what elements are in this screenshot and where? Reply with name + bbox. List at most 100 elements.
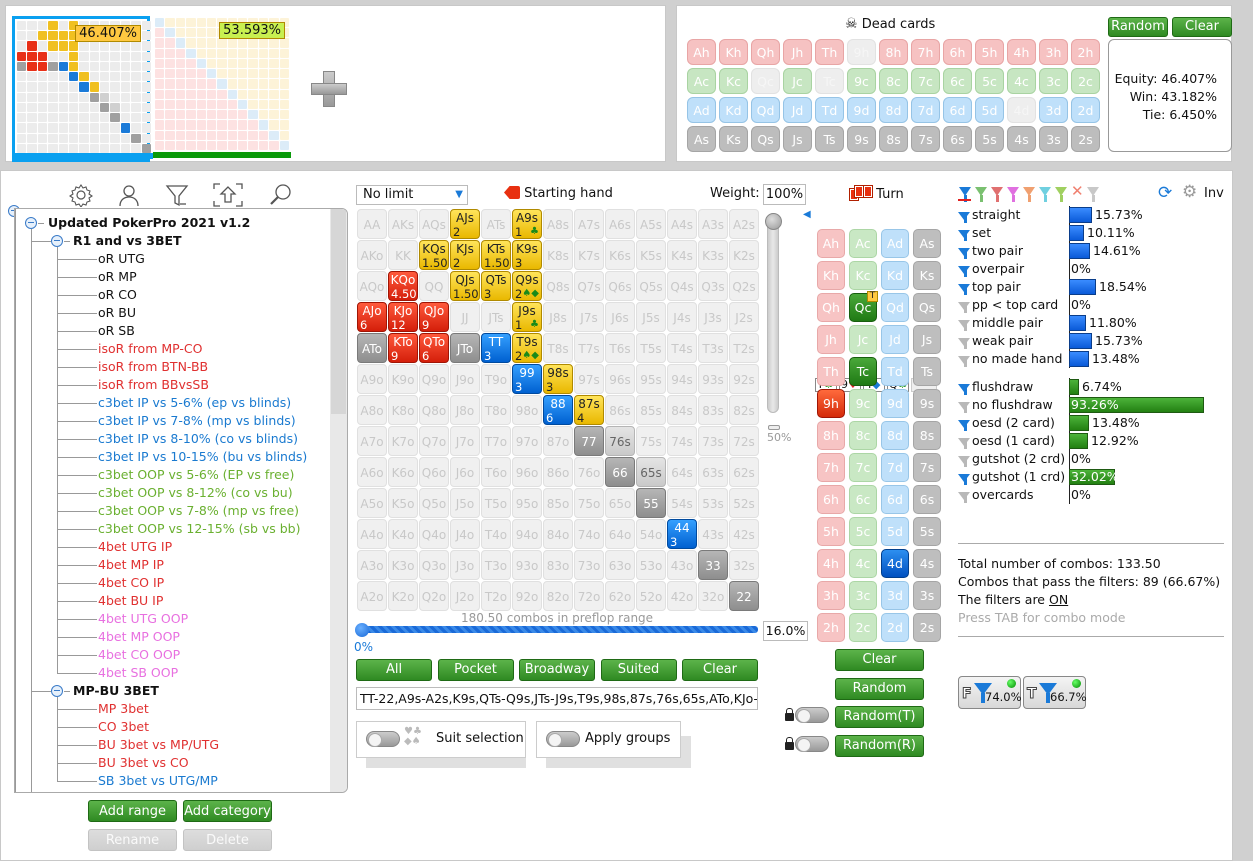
- board-card-5d[interactable]: 5d: [881, 517, 909, 546]
- range-slider-track[interactable]: [359, 626, 758, 633]
- board-card-4s[interactable]: 4s: [913, 549, 941, 578]
- tree-item[interactable]: isoR from MP-CO: [98, 341, 202, 357]
- filters-state-toggle[interactable]: ON: [1049, 592, 1068, 607]
- filter-row[interactable]: oesd (2 card): [958, 414, 1055, 432]
- hand-cell-42s[interactable]: 42s: [729, 519, 759, 549]
- tree-item[interactable]: isoR from BTN-BB: [98, 359, 208, 375]
- hand-cell-J3o[interactable]: J3o: [450, 550, 480, 580]
- window-scrollbar[interactable]: [1233, 170, 1253, 861]
- hand-cell-22[interactable]: 22: [729, 581, 759, 611]
- dead-card-Th[interactable]: Th: [815, 39, 844, 65]
- hand-cell-K4o[interactable]: K4o: [388, 519, 418, 549]
- hand-cell-ATo[interactable]: ATo: [357, 333, 387, 363]
- dead-card-Ah[interactable]: Ah: [687, 39, 716, 65]
- hand-cell-86o[interactable]: 86o: [543, 457, 573, 487]
- hand-cell-A5s[interactable]: A5s: [636, 209, 666, 239]
- hand-cell-KQo[interactable]: KQo 4.50: [388, 271, 418, 301]
- hand-cell-T6o[interactable]: T6o: [481, 457, 511, 487]
- hand-cell-A9s[interactable]: A9s 1 ♣: [512, 209, 542, 239]
- board-card-4h[interactable]: 4h: [817, 549, 845, 578]
- hand-cell-95s[interactable]: 95s: [636, 364, 666, 394]
- dead-card-3h[interactable]: 3h: [1039, 39, 1068, 65]
- tree-item[interactable]: 4bet UTG OOP: [98, 611, 188, 627]
- hand-cell-T7o[interactable]: T7o: [481, 426, 511, 456]
- filter-row[interactable]: set: [958, 224, 991, 242]
- board-card-Ac[interactable]: Ac: [849, 229, 877, 258]
- hand-cell-72s[interactable]: 72s: [729, 426, 759, 456]
- board-card-Jc[interactable]: Jc: [849, 325, 877, 354]
- board-card-4d[interactable]: 4d: [881, 549, 909, 578]
- board-card-6d[interactable]: 6d: [881, 485, 909, 514]
- hand-cell-T8o[interactable]: T8o: [481, 395, 511, 425]
- range-preview-hero[interactable]: 46.407%: [12, 16, 153, 162]
- hand-cell-62o[interactable]: 62o: [605, 581, 635, 611]
- hand-cell-ATs[interactable]: ATs: [481, 209, 511, 239]
- board-card-As[interactable]: As: [913, 229, 941, 258]
- board-back-arrow-icon[interactable]: ◀: [803, 209, 811, 220]
- quick-suited-button[interactable]: Suited: [600, 659, 677, 681]
- tree-item[interactable]: oR BU: [98, 305, 136, 321]
- tree-item[interactable]: c3bet OOP vs 12-15% (sb vs bb): [98, 521, 301, 537]
- weight-vertical-slider[interactable]: [767, 213, 779, 413]
- board-card-Kc[interactable]: Kc: [849, 261, 877, 290]
- board-card-8d[interactable]: 8d: [881, 421, 909, 450]
- filter-row[interactable]: weak pair: [958, 332, 1033, 350]
- hand-cell-77[interactable]: 77: [574, 426, 604, 456]
- hand-cell-K9o[interactable]: K9o: [388, 364, 418, 394]
- hand-cell-87o[interactable]: 87o: [543, 426, 573, 456]
- hand-cell-52o[interactable]: 52o: [636, 581, 666, 611]
- hand-cell-J6o[interactable]: J6o: [450, 457, 480, 487]
- board-card-3c[interactable]: 3c: [849, 581, 877, 610]
- board-card-3s[interactable]: 3s: [913, 581, 941, 610]
- tree-item[interactable]: SB 3bet vs UTG/MP: [98, 773, 218, 789]
- dead-card-Js[interactable]: Js: [783, 126, 812, 152]
- hand-cell-JTo[interactable]: JTo: [450, 333, 480, 363]
- filter-row[interactable]: middle pair: [958, 314, 1043, 332]
- hand-cell-T9o[interactable]: T9o: [481, 364, 511, 394]
- collapse-icon[interactable]: [25, 217, 37, 229]
- weight-input[interactable]: 100%: [763, 184, 806, 205]
- filter-row[interactable]: top pair: [958, 278, 1021, 296]
- tree-item[interactable]: oR MP: [98, 269, 137, 285]
- hand-cell-54o[interactable]: 54o: [636, 519, 666, 549]
- hand-cell-K7o[interactable]: K7o: [388, 426, 418, 456]
- export-icon[interactable]: [213, 183, 243, 207]
- tree-item[interactable]: 4bet CO IP: [98, 575, 164, 591]
- board-card-Jh[interactable]: Jh: [817, 325, 845, 354]
- hand-cell-K2s[interactable]: K2s: [729, 240, 759, 270]
- dead-card-7s[interactable]: 7s: [911, 126, 940, 152]
- dead-card-8h[interactable]: 8h: [879, 39, 908, 65]
- hand-cell-T4s[interactable]: T4s: [667, 333, 697, 363]
- hand-cell-84s[interactable]: 84s: [667, 395, 697, 425]
- board-card-9c[interactable]: 9c: [849, 389, 877, 418]
- hand-cell-98o[interactable]: 98o: [512, 395, 542, 425]
- hand-cell-T3o[interactable]: T3o: [481, 550, 511, 580]
- tree-item[interactable]: c3bet OOP vs 5-6% (EP vs free): [98, 467, 294, 483]
- hand-cell-74o[interactable]: 74o: [574, 519, 604, 549]
- rename-button[interactable]: Rename: [88, 829, 177, 851]
- tree-item[interactable]: c3bet OOP vs 8-12% (co vs bu): [98, 485, 293, 501]
- hand-cell-Q5o[interactable]: Q5o: [419, 488, 449, 518]
- board-card-2c[interactable]: 2c: [849, 613, 877, 642]
- hand-cell-J8o[interactable]: J8o: [450, 395, 480, 425]
- tree-item[interactable]: BU 3bet vs MP/UTG: [98, 737, 219, 753]
- hand-cell-98s[interactable]: 98s 3: [543, 364, 573, 394]
- board-card-Kd[interactable]: Kd: [881, 261, 909, 290]
- delete-button[interactable]: Delete: [183, 829, 272, 851]
- random-river-button[interactable]: Random(R): [835, 735, 924, 757]
- filter-icon[interactable]: [165, 183, 189, 207]
- hand-cell-53o[interactable]: 53o: [636, 550, 666, 580]
- dead-card-4s[interactable]: 4s: [1007, 126, 1036, 152]
- hand-cell-K8s[interactable]: K8s: [543, 240, 573, 270]
- board-card-5h[interactable]: 5h: [817, 517, 845, 546]
- dead-card-3s[interactable]: 3s: [1039, 126, 1068, 152]
- hand-cell-87s[interactable]: 87s 4: [574, 395, 604, 425]
- hand-cell-63s[interactable]: 63s: [698, 457, 728, 487]
- color-filter-icon[interactable]: [1055, 187, 1067, 202]
- hand-cell-JJ[interactable]: JJ: [450, 302, 480, 332]
- hand-cell-J7o[interactable]: J7o: [450, 426, 480, 456]
- dead-card-Kd[interactable]: Kd: [719, 97, 748, 123]
- apply-groups-toggle[interactable]: [546, 731, 580, 747]
- filter-row[interactable]: gutshot (2 crd): [958, 450, 1065, 468]
- hand-cell-AA[interactable]: AA: [357, 209, 387, 239]
